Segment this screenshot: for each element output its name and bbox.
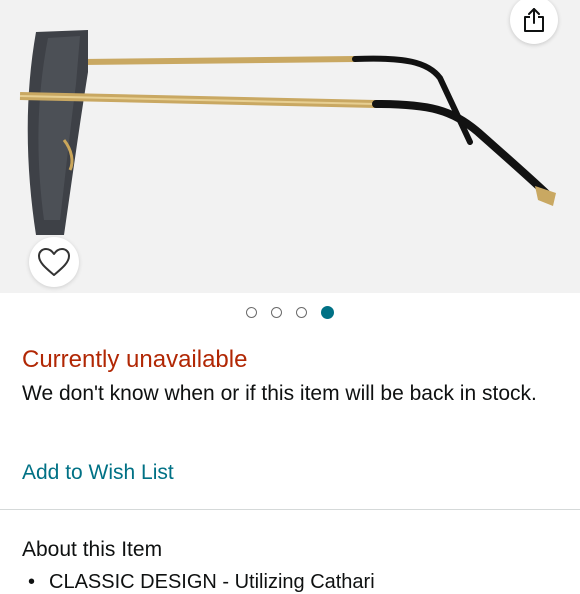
availability-note: We don't know when or if this item will … [22,382,537,405]
product-image-gallery[interactable] [0,0,580,293]
product-image [19,30,556,235]
availability-status: Currently unavailable [22,346,248,373]
pager-dot[interactable] [271,306,282,318]
heart-outline-icon [38,248,70,276]
image-pager-dots[interactable] [0,303,580,321]
share-icon [524,8,544,32]
about-heading: About this Item [22,538,163,561]
about-bullet-text: CLASSIC DESIGN - Utilizing Cathari [49,571,375,593]
pager-dot[interactable] [296,306,307,318]
about-bullet: • CLASSIC DESIGN - Utilizing Cathari [22,571,375,594]
section-divider [0,509,580,510]
pager-dot[interactable] [246,306,257,318]
bullet-marker: • [28,571,36,593]
wishlist-heart-button[interactable] [29,237,79,287]
pager-dot[interactable] [321,305,334,319]
add-to-wish-list-link[interactable]: Add to Wish List [22,461,174,485]
